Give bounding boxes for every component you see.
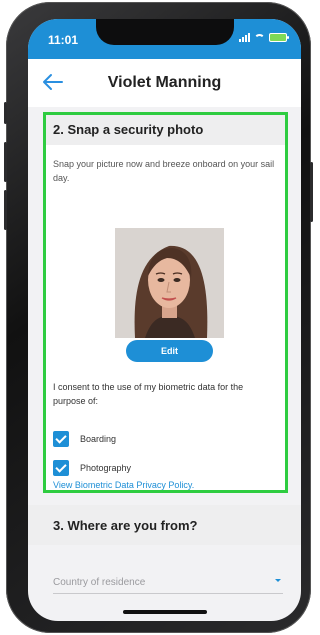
phone-frame: 11:01 Violet Manning 2. Snap a security … bbox=[4, 2, 313, 633]
section-intro-text: Snap your picture now and breeze onboard… bbox=[53, 159, 275, 183]
photography-checkbox[interactable] bbox=[53, 460, 69, 476]
edit-photo-button[interactable]: Edit bbox=[126, 340, 213, 362]
status-icons bbox=[239, 33, 289, 42]
dropdown-caret-icon bbox=[275, 579, 281, 582]
volume-up-button bbox=[4, 142, 7, 182]
consent-text: I consent to the use of my biometric dat… bbox=[53, 382, 244, 406]
battery-icon bbox=[269, 33, 289, 42]
power-button bbox=[310, 162, 313, 222]
phone-screen: 11:01 Violet Manning 2. Snap a security … bbox=[28, 19, 301, 621]
section-header: 2. Snap a security photo bbox=[46, 115, 285, 145]
wifi-icon bbox=[254, 33, 265, 42]
boarding-checkbox[interactable] bbox=[53, 431, 69, 447]
country-of-residence-select[interactable]: Country of residence bbox=[53, 575, 283, 594]
page-title: Violet Manning bbox=[107, 74, 222, 91]
status-time: 11:01 bbox=[48, 33, 79, 47]
notch bbox=[96, 19, 234, 45]
status-bar: 11:01 bbox=[28, 19, 301, 59]
signal-icon bbox=[239, 33, 250, 42]
country-placeholder: Country of residence bbox=[53, 577, 146, 588]
privacy-policy-link[interactable]: View Biometric Data Privacy Policy. bbox=[53, 480, 194, 490]
nav-bar: Violet Manning bbox=[28, 59, 301, 107]
security-photo-section: 2. Snap a security photo Snap your pictu… bbox=[43, 112, 288, 493]
origin-section-title: 3. Where are you from? bbox=[53, 518, 198, 533]
photography-option[interactable]: Photography bbox=[53, 460, 131, 476]
photography-label: Photography bbox=[80, 463, 132, 473]
security-photo bbox=[115, 228, 224, 338]
section-title: 2. Snap a security photo bbox=[53, 122, 204, 137]
volume-down-button bbox=[4, 190, 7, 230]
boarding-option[interactable]: Boarding bbox=[53, 431, 116, 447]
home-indicator[interactable] bbox=[123, 610, 207, 614]
boarding-label: Boarding bbox=[80, 434, 117, 444]
origin-section-header: 3. Where are you from? bbox=[28, 505, 301, 545]
mute-switch bbox=[4, 102, 7, 124]
